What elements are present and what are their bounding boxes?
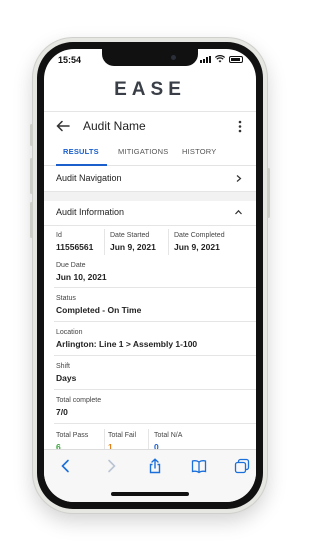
back-arrow-icon[interactable] [56,119,70,133]
browser-toolbar [44,449,256,502]
divider [54,389,256,390]
section-label: Audit Information [56,207,125,217]
status-value: Completed - On Time [56,305,142,315]
side-button [267,168,270,218]
due-date-label: Due Date [56,262,86,269]
page-title: Audit Name [83,119,146,133]
bookmarks-icon[interactable] [191,458,207,474]
id-value: 11556561 [56,242,94,252]
date-completed-label: Date Completed [174,232,225,239]
forward-chevron-icon[interactable] [103,458,119,474]
battery-icon [229,55,243,63]
section-label: Audit Navigation [56,173,122,183]
home-indicator [111,492,189,496]
tab-history[interactable]: HISTORY [182,147,216,156]
signal-icon [200,55,211,63]
total-complete-label: Total complete [56,397,102,404]
side-button [30,158,33,194]
tab-bar: RESULTS MITIGATIONS HISTORY [44,141,256,166]
total-pass-label: Total Pass [56,432,89,439]
divider [54,287,256,288]
divider [54,355,256,356]
divider [54,423,256,424]
camera-icon [171,55,176,60]
tabs-icon[interactable] [234,458,250,474]
divider [54,321,256,322]
tab-results[interactable]: RESULTS [63,147,99,156]
back-chevron-icon[interactable] [58,458,74,474]
audit-navigation-row[interactable]: Audit Navigation [44,167,256,192]
location-label: Location [56,329,83,336]
bezel: 15:54 EASE Audit Name RESULTS MITIGATION… [37,42,263,509]
app-logo: EASE [114,79,186,100]
wifi-icon [215,55,225,63]
chevron-right-icon [236,175,242,182]
status-label: Status [56,295,76,302]
chevron-up-icon [235,209,242,215]
status-time: 15:54 [58,55,82,65]
share-icon[interactable] [147,458,163,474]
side-button [30,202,33,238]
total-complete-value: 7/0 [56,407,68,417]
section-gap [44,192,256,201]
divider [104,229,105,255]
divider [168,229,169,255]
due-date-value: Jun 10, 2021 [56,272,107,282]
shift-value: Days [56,373,77,383]
shift-label: Shift [56,363,71,370]
notch [102,49,198,66]
active-tab-indicator [56,164,107,166]
location-value: Arlington: Line 1 > Assembly 1-100 [56,339,198,349]
date-completed-value: Jun 9, 2021 [174,242,220,252]
total-fail-label: Total Fail [108,432,137,439]
audit-information-header[interactable]: Audit Information [44,201,256,226]
screen: 15:54 EASE Audit Name RESULTS MITIGATION… [44,49,256,502]
app-bar: Audit Name [44,111,256,140]
phone-frame: 15:54 EASE Audit Name RESULTS MITIGATION… [30,38,270,513]
id-label: Id [56,232,62,239]
total-na-label: Total N/A [154,432,183,439]
date-started-value: Jun 9, 2021 [110,242,156,252]
side-button [30,124,33,146]
date-started-label: Date Started [110,232,150,239]
more-vertical-icon[interactable] [238,120,242,133]
tab-mitigations[interactable]: MITIGATIONS [118,147,168,156]
